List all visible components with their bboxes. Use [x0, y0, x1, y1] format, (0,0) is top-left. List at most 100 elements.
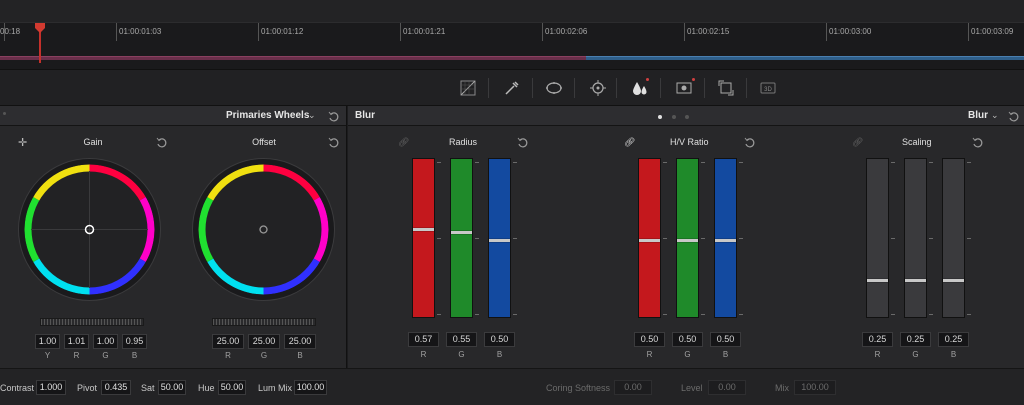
scaling-label: Scaling — [902, 137, 932, 147]
scale-tick — [929, 314, 933, 315]
radius-reset-icon[interactable] — [517, 136, 529, 148]
3d-icon[interactable]: 3D — [756, 77, 780, 99]
scale-tick — [513, 162, 517, 163]
reset-all-icon[interactable] — [1008, 110, 1020, 122]
blur-value-b[interactable]: 0.50 — [710, 332, 741, 347]
window-icon[interactable] — [542, 77, 566, 99]
slider-handle[interactable] — [715, 239, 736, 242]
blur-mode-select[interactable]: Blur — [968, 110, 988, 121]
chevron-down-icon[interactable]: ⌄ — [308, 110, 316, 121]
slider-handle[interactable] — [451, 231, 472, 234]
resolve-color-page: 00:18 01:00:01:03 01:00:01:12 01:00:01:2… — [0, 0, 1024, 405]
viewer-bottom-strip — [0, 0, 1024, 22]
gain-reset-icon[interactable] — [156, 136, 168, 148]
blur-slider-g[interactable] — [904, 158, 927, 318]
offset-color-wheel[interactable] — [192, 158, 335, 301]
slider-handle[interactable] — [677, 239, 698, 242]
slider-handle[interactable] — [943, 279, 964, 282]
blur-slider-r[interactable] — [638, 158, 661, 318]
channel-label: B — [297, 351, 303, 360]
hv-ratio-reset-icon[interactable] — [744, 136, 756, 148]
sizing-icon[interactable] — [714, 77, 738, 99]
gain-color-wheel[interactable] — [18, 158, 161, 301]
blur-slider-r[interactable] — [866, 158, 889, 318]
scale-tick — [701, 162, 705, 163]
clip-track-bar[interactable] — [0, 56, 586, 60]
level-value[interactable]: 0.00 — [708, 380, 746, 395]
channel-label: Y — [44, 351, 51, 360]
offset-g-value[interactable]: 25.00 — [248, 334, 280, 349]
bottom-parameter-bar: Contrast 1.000 Pivot 0.435 Sat 50.00 Hue… — [0, 368, 1024, 405]
gain-master-jog-wheel[interactable] — [40, 318, 144, 326]
blur-slider-g[interactable] — [676, 158, 699, 318]
page-dot[interactable] — [685, 115, 689, 119]
link-icon[interactable]: 🔗︎ — [624, 137, 635, 147]
channel-label: R — [73, 351, 80, 360]
blur-value-r[interactable]: 0.25 — [862, 332, 893, 347]
gain-g-value[interactable]: 1.00 — [93, 334, 118, 349]
blur-slider-b[interactable] — [714, 158, 737, 318]
scale-tick — [739, 314, 743, 315]
scaling-reset-icon[interactable] — [972, 136, 984, 148]
scale-tick — [663, 162, 667, 163]
primaries-header: Primaries Wheels ⌄ — [0, 106, 346, 126]
qualifier-picker-icon[interactable] — [500, 77, 524, 99]
gain-y-value[interactable]: 1.00 — [35, 334, 60, 349]
lum-mix-label: Lum Mix — [258, 383, 293, 393]
gain-r-value[interactable]: 1.01 — [64, 334, 89, 349]
chevron-down-icon[interactable]: ⌄ — [991, 110, 999, 121]
blur-slider-g[interactable] — [450, 158, 473, 318]
channel-label: B — [131, 351, 138, 360]
blur-slider-r[interactable] — [412, 158, 435, 318]
slider-handle[interactable] — [905, 279, 926, 282]
offset-r-value[interactable]: 25.00 — [212, 334, 244, 349]
offset-master-jog-wheel[interactable] — [212, 318, 316, 326]
scale-tick — [701, 314, 705, 315]
blur-value-g[interactable]: 0.25 — [900, 332, 931, 347]
channel-label: B — [496, 350, 503, 359]
channel-label: R — [225, 351, 231, 360]
blur-value-g[interactable]: 0.55 — [446, 332, 477, 347]
blur-value-b[interactable]: 0.50 — [484, 332, 515, 347]
coring-softness-value[interactable]: 0.00 — [614, 380, 652, 395]
channel-label: R — [646, 350, 653, 359]
playhead-marker-icon[interactable] — [34, 23, 46, 33]
pivot-label: Pivot — [77, 383, 98, 393]
scale-tick — [475, 238, 479, 239]
link-icon[interactable]: 🔗︎ — [398, 137, 409, 147]
blur-value-g[interactable]: 0.50 — [672, 332, 703, 347]
blur-value-b[interactable]: 0.25 — [938, 332, 969, 347]
timecode-label: 01:00:03:00 — [829, 27, 872, 36]
sat-value[interactable]: 50.00 — [158, 380, 186, 395]
slider-handle[interactable] — [489, 239, 510, 242]
mix-value[interactable]: 100.00 — [794, 380, 836, 395]
timecode-label: 00:18 — [0, 27, 21, 36]
link-icon[interactable]: 🔗︎ — [852, 137, 863, 147]
page-dot[interactable] — [672, 115, 676, 119]
primaries-mode-title[interactable]: Primaries Wheels — [226, 110, 309, 121]
contrast-value[interactable]: 1.000 — [36, 380, 66, 395]
timecode-ruler[interactable]: 00:18 01:00:01:03 01:00:01:12 01:00:01:2… — [0, 23, 1024, 47]
blur-value-r[interactable]: 0.50 — [634, 332, 665, 347]
curves-icon[interactable] — [456, 77, 480, 99]
page-dot-active[interactable] — [658, 115, 662, 119]
channel-label: G — [912, 350, 919, 359]
offset-reset-icon[interactable] — [328, 136, 340, 148]
clip-track-bar[interactable] — [586, 56, 1024, 60]
lum-mix-value[interactable]: 100.00 — [294, 380, 327, 395]
offset-b-value[interactable]: 25.00 — [284, 334, 316, 349]
hue-value[interactable]: 50.00 — [218, 380, 246, 395]
blur-slider-b[interactable] — [488, 158, 511, 318]
blur-slider-b[interactable] — [942, 158, 965, 318]
slider-handle[interactable] — [639, 239, 660, 242]
slider-handle[interactable] — [867, 279, 888, 282]
reset-all-icon[interactable] — [328, 110, 340, 122]
pivot-value[interactable]: 0.435 — [101, 380, 131, 395]
gain-b-value[interactable]: 0.95 — [122, 334, 147, 349]
channel-label: G — [102, 351, 109, 360]
mini-timeline[interactable]: 00:18 01:00:01:03 01:00:01:12 01:00:01:2… — [0, 22, 1024, 70]
picker-crosshair-icon[interactable]: ✛ — [18, 136, 27, 149]
slider-handle[interactable] — [413, 228, 434, 231]
blur-value-r[interactable]: 0.57 — [408, 332, 439, 347]
tracker-icon[interactable] — [586, 77, 610, 99]
